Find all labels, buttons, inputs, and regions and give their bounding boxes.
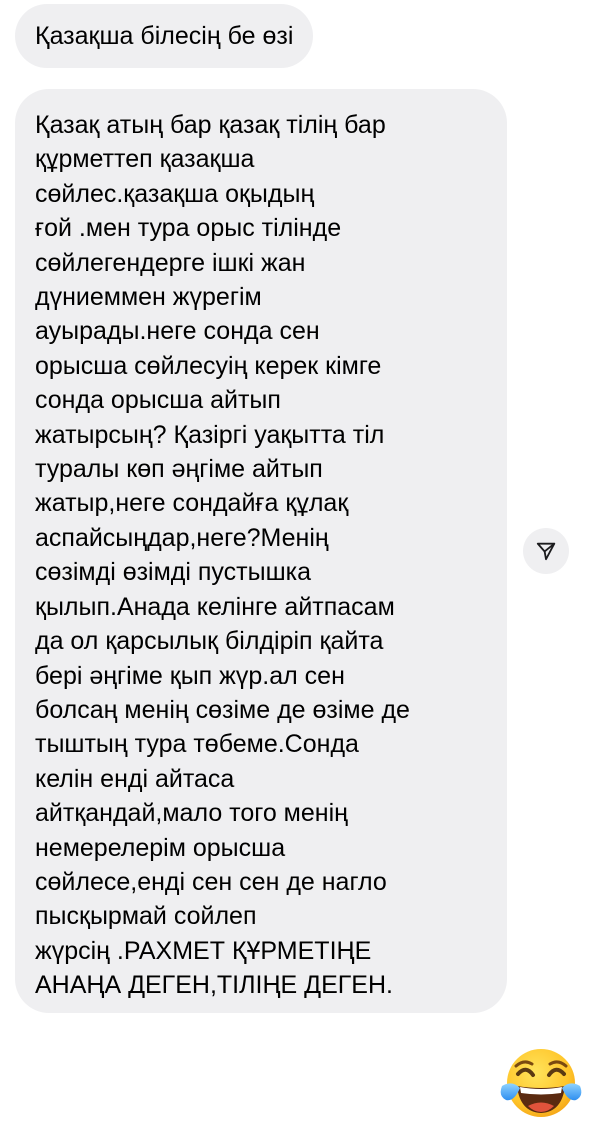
message-bubble-short[interactable]: Қазақша білесің бе өзі — [15, 4, 314, 68]
paper-plane-icon — [536, 542, 556, 561]
message-bubble-long[interactable]: Қазақ атың бар қазақ тілің бар құрметтеп… — [15, 89, 507, 1013]
message-text: Қазақша білесің бе өзі — [35, 22, 294, 50]
tears-of-joy-emoji-icon[interactable] — [498, 1046, 584, 1122]
message-text: Қазақ атың бар қазақ тілің бар құрметтеп… — [35, 111, 410, 1000]
share-button[interactable] — [523, 528, 569, 574]
